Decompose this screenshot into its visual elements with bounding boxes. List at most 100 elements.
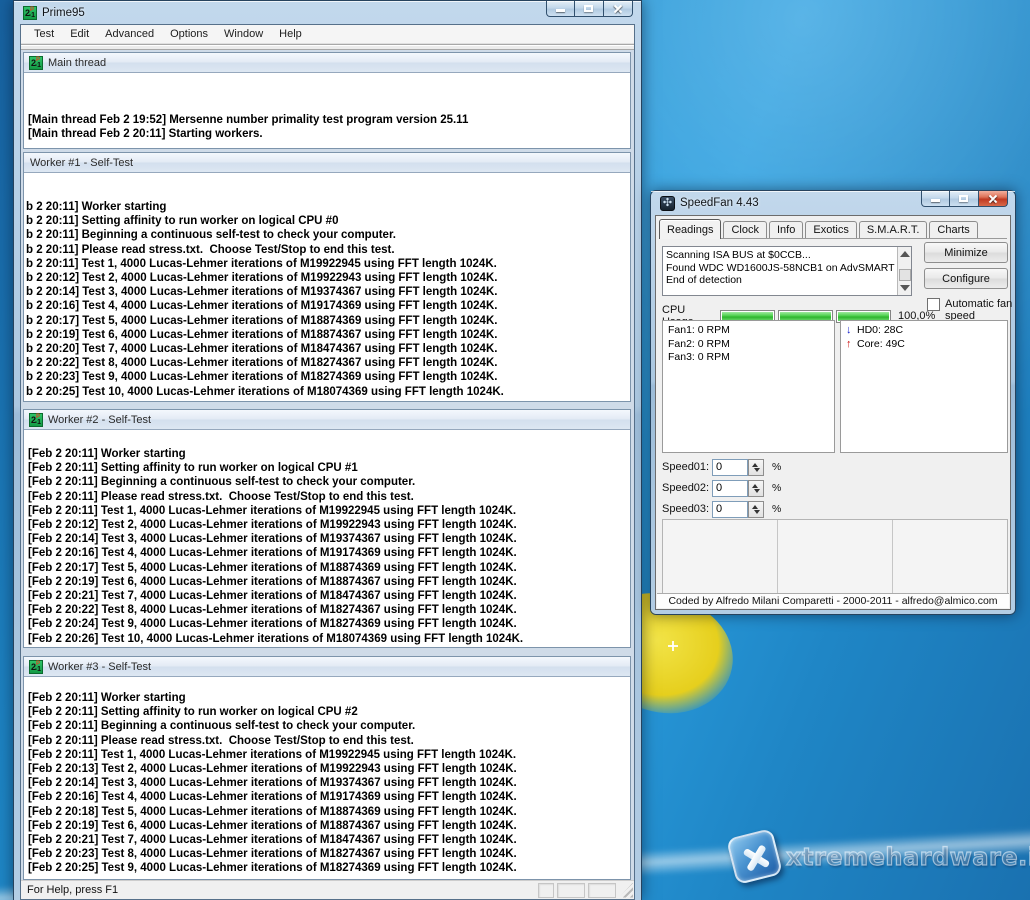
worker2-titlebar[interactable]: 2P-1 Worker #2 - Self-Test bbox=[24, 410, 630, 430]
prime95-close-button[interactable] bbox=[604, 1, 633, 17]
speed03-unit: % bbox=[772, 503, 781, 515]
prime95-doc-icon: 2P-1 bbox=[29, 660, 43, 674]
detection-log-text: Scanning ISA BUS at $0CCB... Found WDC W… bbox=[663, 247, 911, 289]
worker3-titlebar[interactable]: 2P-1 Worker #3 - Self-Test bbox=[24, 657, 630, 677]
worker2-title: Worker #2 - Self-Test bbox=[48, 414, 151, 426]
status-message: For Help, press F1 bbox=[21, 884, 538, 896]
worker1-log: b 2 20:11] Worker starting b 2 20:11] Se… bbox=[24, 174, 630, 399]
status-pane bbox=[588, 883, 616, 898]
speedfan-app-icon: ✣ bbox=[660, 196, 675, 211]
maximize-icon bbox=[959, 195, 968, 202]
temp-down-arrow-icon: ↓ bbox=[846, 324, 857, 338]
prime95-mdi-area: 2P-1 Main thread [Main thread Feb 2 19:5… bbox=[21, 50, 634, 880]
scroll-down-icon[interactable] bbox=[900, 285, 910, 291]
worker1-titlebar[interactable]: Worker #1 - Self-Test bbox=[24, 153, 630, 173]
empty-status-panel bbox=[662, 519, 1008, 594]
log-scrollbar[interactable] bbox=[897, 247, 911, 295]
minimize-icon bbox=[931, 199, 940, 202]
resize-grip[interactable] bbox=[619, 883, 633, 898]
menu-test[interactable]: Test bbox=[26, 26, 62, 42]
speedfan-minimize-button[interactable] bbox=[921, 191, 950, 207]
temperature-readings-panel: ↓ HD0: 28C ↑ Core: 49C bbox=[840, 320, 1008, 453]
status-cell bbox=[893, 520, 1007, 593]
tab-smart[interactable]: S.M.A.R.T. bbox=[859, 221, 928, 238]
menu-options[interactable]: Options bbox=[162, 26, 216, 42]
fan3-reading: Fan3: 0 RPM bbox=[668, 351, 829, 365]
tab-exotics[interactable]: Exotics bbox=[805, 221, 856, 238]
fan1-reading: Fan1: 0 RPM bbox=[668, 324, 829, 338]
scroll-up-icon[interactable] bbox=[900, 251, 910, 257]
tab-charts[interactable]: Charts bbox=[929, 221, 977, 238]
maximize-icon bbox=[584, 5, 593, 12]
speed03-input[interactable] bbox=[712, 501, 748, 518]
automatic-fan-speed-label: Automatic fan speed bbox=[945, 298, 1025, 322]
menu-advanced[interactable]: Advanced bbox=[97, 26, 162, 42]
speedfan-tabs: Readings Clock Info Exotics S.M.A.R.T. C… bbox=[659, 219, 1007, 239]
worker3-title: Worker #3 - Self-Test bbox=[48, 661, 151, 673]
speed02-stepper[interactable] bbox=[748, 480, 764, 497]
speedfan-close-button[interactable] bbox=[979, 191, 1008, 207]
prime95-title: Prime95 bbox=[42, 7, 85, 19]
status-cell bbox=[778, 520, 893, 593]
worker2-window: 2P-1 Worker #2 - Self-Test [Feb 2 20:11]… bbox=[23, 409, 631, 648]
prime95-maximize-button[interactable] bbox=[575, 1, 604, 17]
speed01-row: Speed01: % bbox=[662, 458, 781, 476]
speed01-label: Speed01: bbox=[662, 461, 712, 473]
speedfan-credit-text: Coded by Alfredo Milani Comparetti - 200… bbox=[657, 593, 1009, 608]
tab-clock[interactable]: Clock bbox=[723, 221, 767, 238]
configure-button[interactable]: Configure bbox=[924, 268, 1008, 289]
worker2-log: [Feb 2 20:11] Worker starting [Feb 2 20:… bbox=[24, 431, 630, 646]
prime95-doc-icon: 2P-1 bbox=[29, 56, 43, 70]
menu-window[interactable]: Window bbox=[216, 26, 271, 42]
hd0-temp: HD0: 28C bbox=[857, 324, 903, 338]
tab-readings[interactable]: Readings bbox=[659, 219, 721, 239]
main-thread-titlebar[interactable]: 2P-1 Main thread bbox=[24, 53, 630, 73]
xtremehardware-logo-icon bbox=[726, 828, 783, 885]
prime95-minimize-button[interactable] bbox=[546, 1, 575, 17]
speed01-stepper[interactable] bbox=[748, 459, 764, 476]
minimize-icon bbox=[556, 9, 565, 12]
automatic-fan-speed-control: Automatic fan speed bbox=[927, 298, 1025, 322]
main-thread-window: 2P-1 Main thread [Main thread Feb 2 19:5… bbox=[23, 52, 631, 149]
watermark-text: xtremehardware.it bbox=[786, 843, 1030, 871]
temp-up-arrow-icon: ↑ bbox=[846, 338, 857, 352]
temp-row-hd0: ↓ HD0: 28C bbox=[846, 324, 1002, 338]
worker3-window: 2P-1 Worker #3 - Self-Test [Feb 2 20:11]… bbox=[23, 656, 631, 880]
prime95-app-icon: 2P-1 bbox=[23, 6, 37, 20]
prime95-menubar: Test Edit Advanced Options Window Help bbox=[21, 25, 634, 44]
speed03-label: Speed03: bbox=[662, 503, 712, 515]
speed01-unit: % bbox=[772, 461, 781, 473]
status-pane bbox=[557, 883, 585, 898]
speed02-unit: % bbox=[772, 482, 781, 494]
speed03-row: Speed03: % bbox=[662, 500, 781, 518]
menu-help[interactable]: Help bbox=[271, 26, 310, 42]
core-temp: Core: 49C bbox=[857, 338, 905, 352]
speedfan-title: SpeedFan 4.43 bbox=[680, 197, 759, 209]
worker3-log: [Feb 2 20:11] Worker starting [Feb 2 20:… bbox=[24, 678, 630, 876]
worker1-title: Worker #1 - Self-Test bbox=[30, 157, 133, 169]
main-thread-title: Main thread bbox=[48, 57, 106, 69]
speed02-input[interactable] bbox=[712, 480, 748, 497]
minimize-app-button[interactable]: Minimize bbox=[924, 242, 1008, 263]
fan2-reading: Fan2: 0 RPM bbox=[668, 338, 829, 352]
speed03-stepper[interactable] bbox=[748, 501, 764, 518]
speed01-input[interactable] bbox=[712, 459, 748, 476]
speedfan-window: ✣ SpeedFan 4.43 Readings Clock Info Exot… bbox=[650, 190, 1016, 615]
menu-edit[interactable]: Edit bbox=[62, 26, 97, 42]
prime95-window: 2P-1 Prime95 Test Edit Advanced Options … bbox=[13, 0, 642, 900]
worker1-window: Worker #1 - Self-Test b 2 20:11] Worker … bbox=[23, 152, 631, 402]
temp-row-core: ↑ Core: 49C bbox=[846, 338, 1002, 352]
status-pane bbox=[538, 883, 554, 898]
status-cell bbox=[663, 520, 778, 593]
scroll-thumb[interactable] bbox=[899, 269, 911, 281]
prime95-statusbar: For Help, press F1 bbox=[21, 880, 634, 899]
speed02-row: Speed02: % bbox=[662, 479, 781, 497]
main-thread-log: [Main thread Feb 2 19:52] Mersenne numbe… bbox=[24, 74, 630, 141]
fan-readings-panel: Fan1: 0 RPM Fan2: 0 RPM Fan3: 0 RPM bbox=[662, 320, 835, 453]
speedfan-maximize-button[interactable] bbox=[950, 191, 979, 207]
prime95-doc-icon: 2P-1 bbox=[29, 413, 43, 427]
detection-log: Scanning ISA BUS at $0CCB... Found WDC W… bbox=[662, 246, 912, 296]
tab-info[interactable]: Info bbox=[769, 221, 803, 238]
speed02-label: Speed02: bbox=[662, 482, 712, 494]
watermark: xtremehardware.it bbox=[731, 833, 1030, 880]
